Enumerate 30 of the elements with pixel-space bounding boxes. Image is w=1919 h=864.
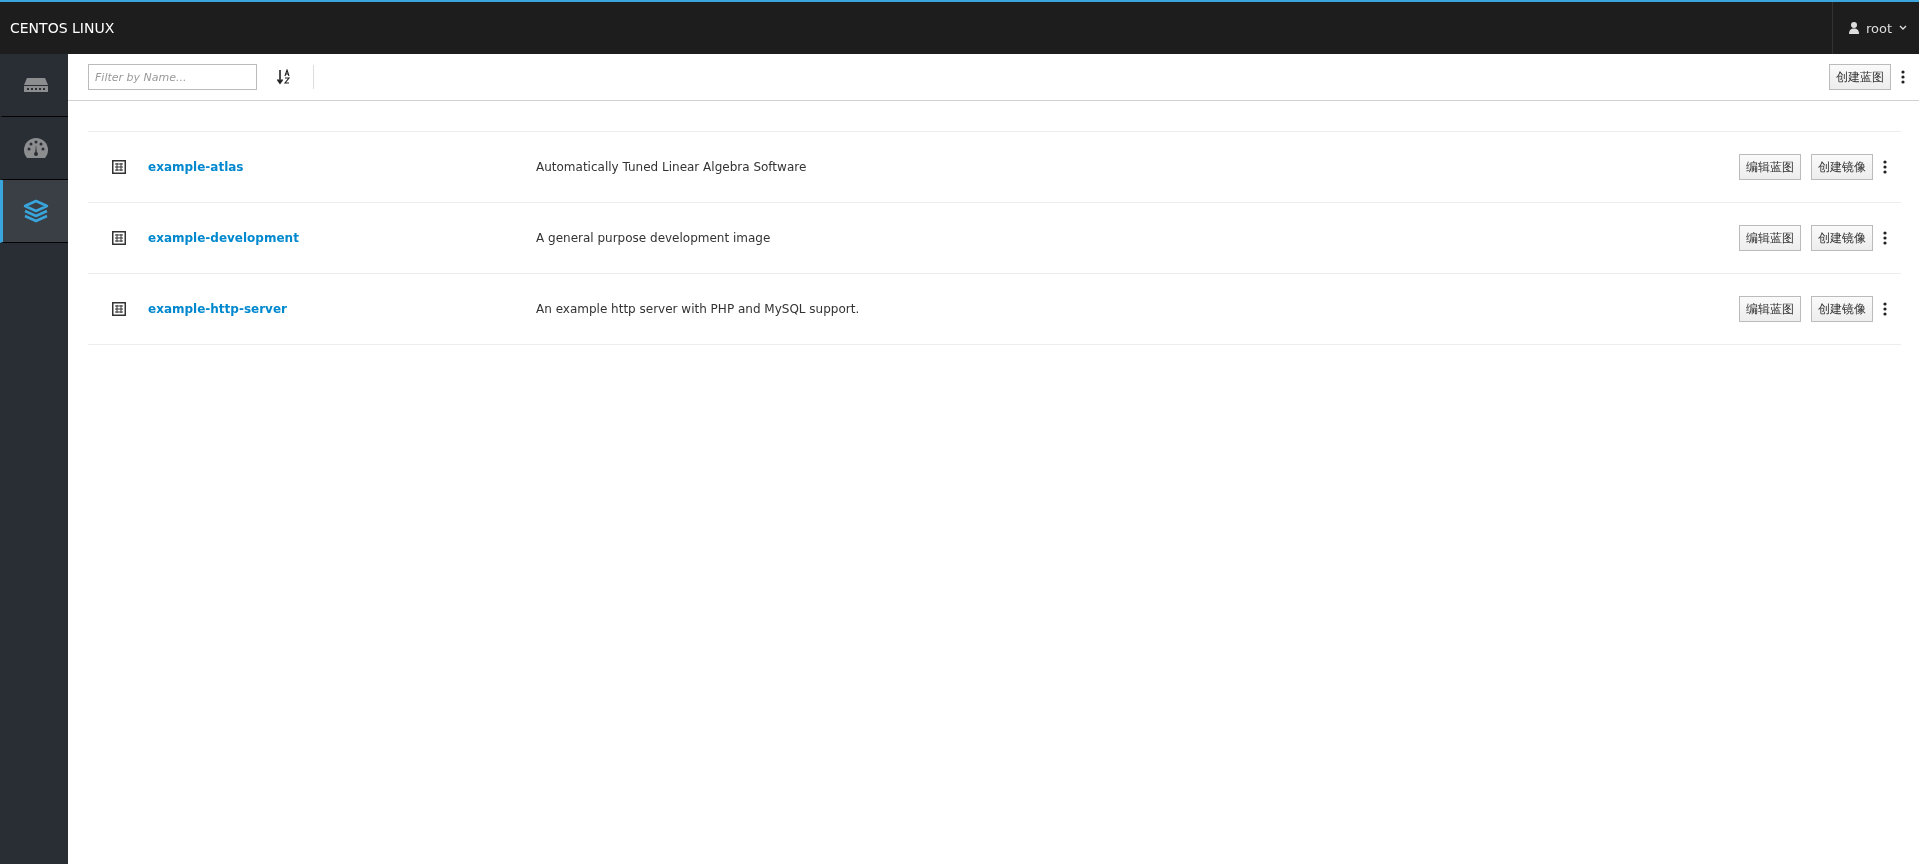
- sort-icon[interactable]: [277, 69, 293, 85]
- edit-blueprint-button[interactable]: 编辑蓝图: [1739, 154, 1801, 180]
- create-image-button[interactable]: 创建镜像: [1811, 296, 1873, 322]
- gauge-icon: [23, 138, 48, 158]
- kebab-menu-icon[interactable]: [1883, 302, 1887, 316]
- blueprint-icon: [112, 160, 126, 174]
- caret-icon: [1899, 25, 1907, 31]
- blueprint-icon: [112, 302, 126, 316]
- brand-title: CENTOS LINUX: [9, 20, 115, 36]
- layers-icon: [22, 199, 49, 223]
- create-image-button[interactable]: 创建镜像: [1811, 154, 1873, 180]
- filter-field[interactable]: Filter by Name...: [88, 64, 257, 90]
- server-icon: [23, 78, 48, 92]
- blueprint-description: Automatically Tuned Linear Algebra Software: [536, 160, 807, 174]
- blueprint-link[interactable]: example-development: [148, 231, 536, 245]
- blueprint-description: A general purpose development image: [536, 231, 771, 245]
- blueprint-description: An example http server with PHP and MySQL support.: [536, 302, 860, 316]
- create-image-button[interactable]: 创建镜像: [1811, 225, 1873, 251]
- nav-item[interactable]: [0, 180, 68, 243]
- blueprint-link[interactable]: example-atlas: [148, 160, 536, 174]
- edit-blueprint-button[interactable]: 编辑蓝图: [1739, 225, 1801, 251]
- blueprint-link[interactable]: example-http-server: [148, 302, 536, 316]
- edit-blueprint-button[interactable]: 编辑蓝图: [1739, 296, 1801, 322]
- user-menu[interactable]: root: [1831, 2, 1919, 54]
- create-blueprint-button[interactable]: 创建蓝图: [1829, 64, 1891, 90]
- kebab-menu-icon[interactable]: [1883, 160, 1887, 174]
- blueprint-icon: [112, 231, 126, 245]
- kebab-menu-icon[interactable]: [1901, 70, 1905, 84]
- user-icon: [1848, 22, 1859, 34]
- kebab-menu-icon[interactable]: [1883, 231, 1887, 245]
